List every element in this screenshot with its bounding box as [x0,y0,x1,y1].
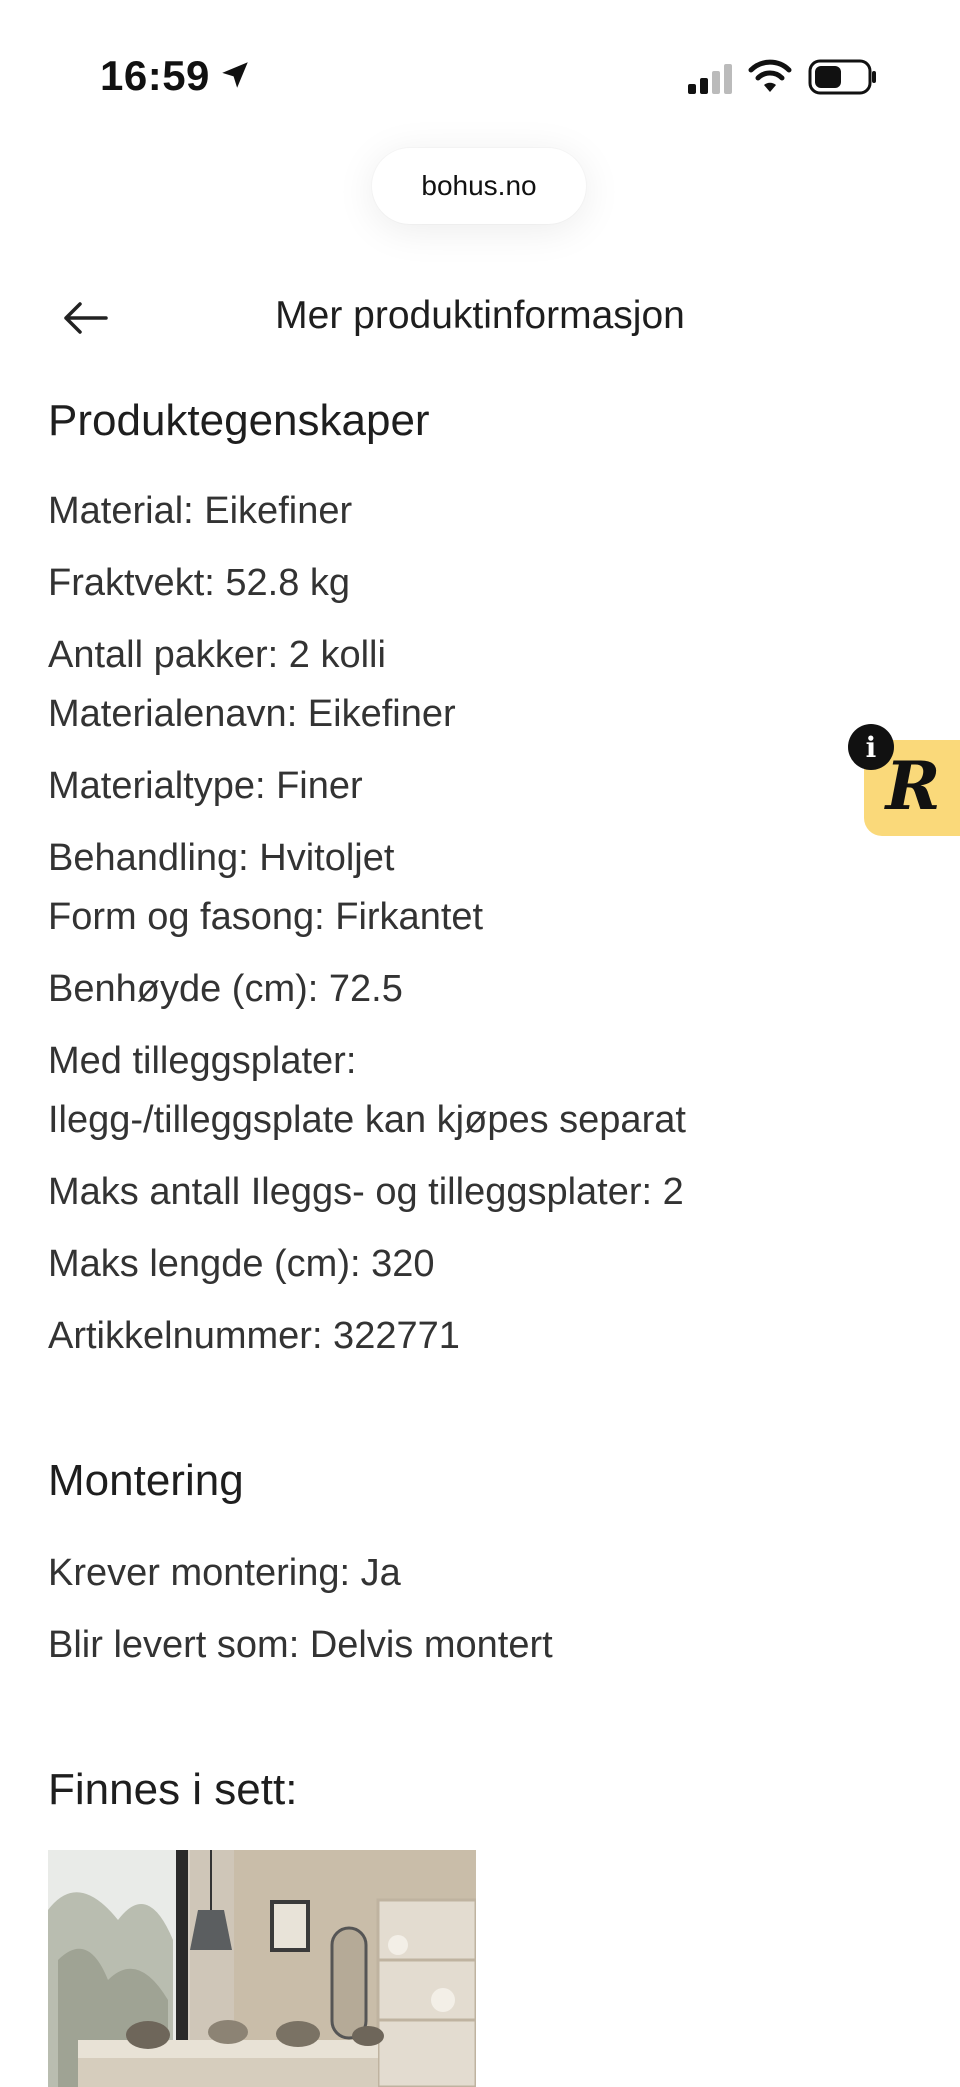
url-text: bohus.no [421,170,537,201]
section-heading-finnes-i-sett: Finnes i sett: [48,1765,298,1814]
status-time: 16:59 [100,52,210,99]
set-product-image[interactable] [48,1850,476,2087]
attr-item: Blir levert som: Delvis montert [48,1624,553,1666]
attr-item: Fraktvekt: 52.8 kg [48,562,351,604]
section-heading-produktegenskaper: Produktegenskaper [48,396,430,445]
attr-item: Materialtype: Finer [48,765,363,807]
attr-item: Materialenavn: Eikefiner [48,693,456,735]
url-bar[interactable]: bohus.no [372,148,586,224]
attr-item: Antall pakker: 2 kolli [48,634,386,676]
page-title: Mer produktinformasjon [275,294,685,337]
wifi-icon [748,59,792,92]
attr-item: Krever montering: Ja [48,1552,401,1594]
section-heading-montering: Montering [48,1456,244,1505]
attr-item: Ilegg-/tilleggsplate kan kjøpes separat [48,1099,686,1141]
location-arrow-icon [222,62,248,88]
review-logo-icon: R [885,747,941,825]
attr-item: Form og fasong: Firkantet [48,896,484,938]
attr-item: Benhøyde (cm): 72.5 [48,968,403,1010]
attr-item: Maks antall Ileggs- og tilleggsplater: 2 [48,1171,684,1213]
page-header: Mer produktinformasjon [0,280,960,360]
attr-item: Behandling: Hvitoljet [48,837,395,879]
attr-item: Artikkelnummer: 322771 [48,1315,460,1357]
cellular-signal-icon [688,64,732,94]
attr-item: Maks lengde (cm): 320 [48,1243,435,1285]
attr-item: Material: Eikefiner [48,490,353,532]
status-bar: 16:59 [0,0,960,150]
attr-item: Med tilleggsplater: [48,1040,357,1082]
battery-icon [808,59,876,95]
